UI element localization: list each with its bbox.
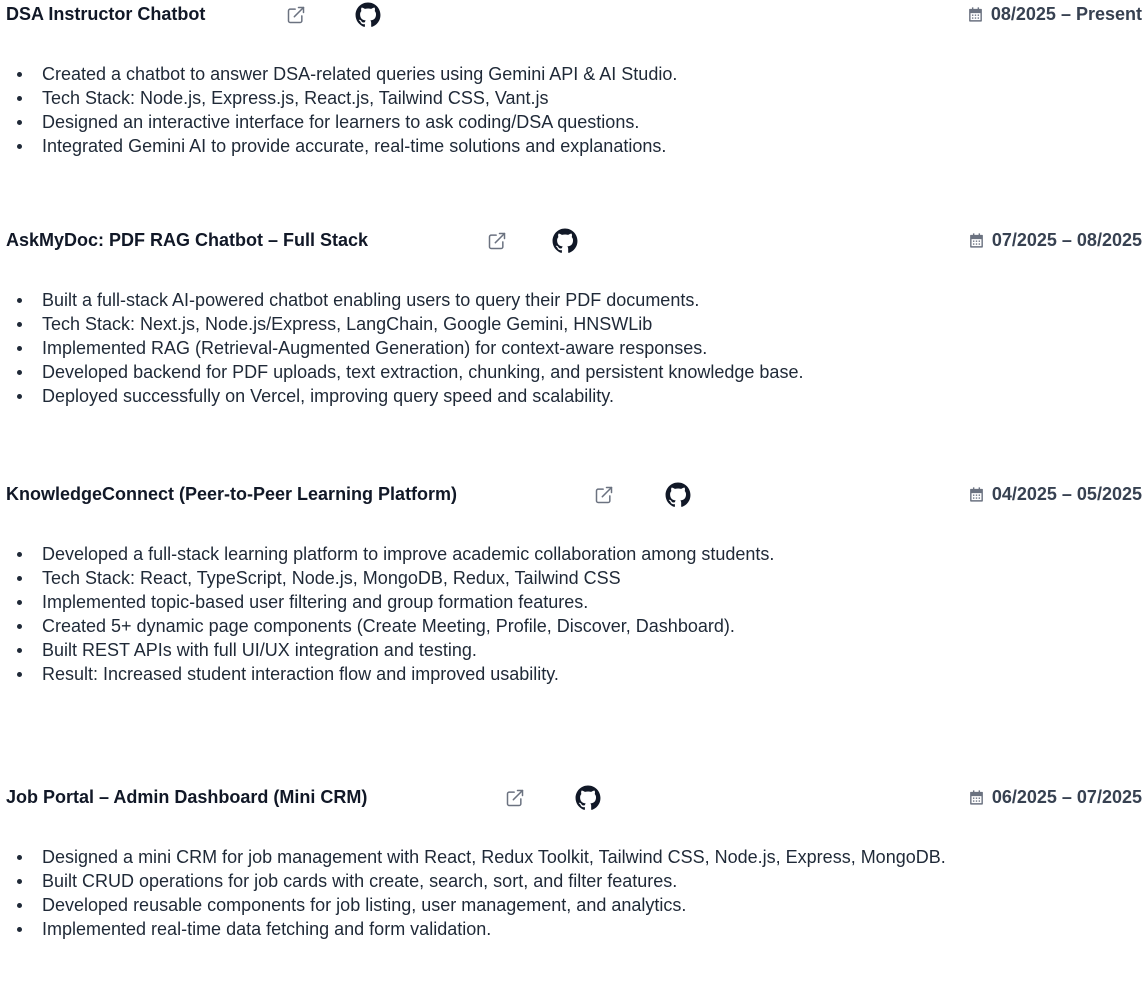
list-item: Created a chatbot to answer DSA-related … — [0, 62, 1140, 86]
external-link-icon[interactable] — [286, 5, 306, 25]
calendar-icon — [969, 790, 983, 805]
list-item: Implemented real-time data fetching and … — [0, 917, 1140, 941]
project-dsa-instructor-chatbot: DSA Instructor Chatbot 08/2025 – Present… — [0, 0, 1146, 156]
project-date-text: 04/2025 – 05/2025 — [991, 484, 1142, 504]
project-date-text: 08/2025 – Present — [990, 4, 1142, 24]
list-item: Designed an interactive interface for le… — [0, 110, 1140, 134]
project-bullets: Built a full-stack AI-powered chatbot en… — [0, 288, 1140, 408]
project-bullets: Designed a mini CRM for job management w… — [0, 845, 1140, 941]
list-item: Built a full-stack AI-powered chatbot en… — [0, 288, 1140, 312]
project-date: 07/2025 – 08/2025 — [968, 230, 1142, 251]
github-icon[interactable] — [552, 228, 578, 254]
project-knowledgeconnect: KnowledgeConnect (Peer-to-Peer Learning … — [0, 480, 1146, 684]
project-header: KnowledgeConnect (Peer-to-Peer Learning … — [0, 480, 1146, 514]
project-date: 04/2025 – 05/2025 — [968, 484, 1142, 505]
project-date: 06/2025 – 07/2025 — [968, 787, 1142, 808]
project-date-text: 07/2025 – 08/2025 — [991, 230, 1142, 250]
project-title: KnowledgeConnect (Peer-to-Peer Learning … — [6, 484, 458, 504]
list-item: Implemented topic-based user filtering a… — [0, 590, 1140, 614]
project-header: Job Portal – Admin Dashboard (Mini CRM) … — [0, 783, 1146, 817]
list-item: Developed reusable components for job li… — [0, 893, 1140, 917]
project-date-text: 06/2025 – 07/2025 — [991, 787, 1142, 807]
list-item: Tech Stack: Next.js, Node.js/Express, La… — [0, 312, 1140, 336]
calendar-icon — [969, 233, 983, 248]
list-item: Built REST APIs with full UI/UX integrat… — [0, 638, 1140, 662]
project-bullets: Created a chatbot to answer DSA-related … — [0, 62, 1140, 158]
github-icon[interactable] — [665, 482, 691, 508]
project-date: 08/2025 – Present — [967, 4, 1142, 25]
external-link-icon[interactable] — [594, 485, 614, 505]
project-title: AskMyDoc: PDF RAG Chatbot – Full Stack — [6, 230, 369, 250]
github-icon[interactable] — [575, 785, 601, 811]
list-item: Developed a full-stack learning platform… — [0, 542, 1140, 566]
list-item: Tech Stack: Node.js, Express.js, React.j… — [0, 86, 1140, 110]
list-item: Designed a mini CRM for job management w… — [0, 845, 1140, 869]
list-item: Tech Stack: React, TypeScript, Node.js, … — [0, 566, 1140, 590]
list-item: Created 5+ dynamic page components (Crea… — [0, 614, 1140, 638]
list-item: Result: Increased student interaction fl… — [0, 662, 1140, 686]
github-icon[interactable] — [355, 2, 381, 28]
project-header: DSA Instructor Chatbot 08/2025 – Present — [0, 0, 1146, 34]
project-askmydoc: AskMyDoc: PDF RAG Chatbot – Full Stack 0… — [0, 226, 1146, 406]
project-job-portal: Job Portal – Admin Dashboard (Mini CRM) … — [0, 783, 1146, 939]
project-title: Job Portal – Admin Dashboard (Mini CRM) — [6, 787, 368, 807]
project-header: AskMyDoc: PDF RAG Chatbot – Full Stack 0… — [0, 226, 1146, 260]
list-item: Developed backend for PDF uploads, text … — [0, 360, 1140, 384]
list-item: Integrated Gemini AI to provide accurate… — [0, 134, 1140, 158]
list-item: Implemented RAG (Retrieval-Augmented Gen… — [0, 336, 1140, 360]
project-title: DSA Instructor Chatbot — [6, 4, 206, 24]
list-item: Built CRUD operations for job cards with… — [0, 869, 1140, 893]
external-link-icon[interactable] — [487, 231, 507, 251]
calendar-icon — [969, 7, 982, 22]
external-link-icon[interactable] — [505, 788, 525, 808]
project-bullets: Developed a full-stack learning platform… — [0, 542, 1140, 686]
calendar-icon — [969, 487, 983, 502]
list-item: Deployed successfully on Vercel, improvi… — [0, 384, 1140, 408]
